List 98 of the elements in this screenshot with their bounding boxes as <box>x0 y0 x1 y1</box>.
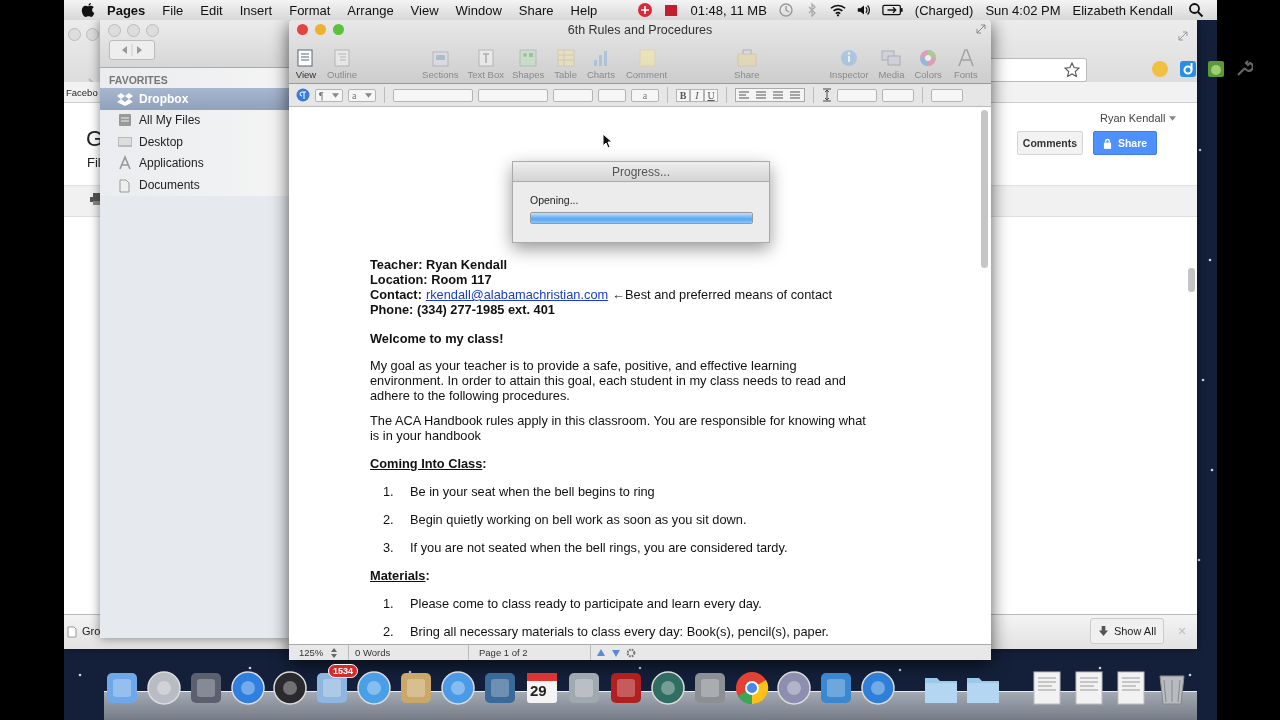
header-line: Phone: (334) 277-1985 ext. 401 <box>370 302 555 317</box>
paragraph: The ACA Handbook rules apply in this classroom. You are responsible for knowing what is in your handbook <box>370 413 867 443</box>
pointer-cursor-icon <box>602 133 612 149</box>
menu-item[interactable]: Window <box>455 2 502 18</box>
file-menu[interactable]: Fil <box>87 155 101 170</box>
caret-icon <box>332 92 339 98</box>
notification-badge: 1534 <box>328 664 359 678</box>
progress-message: Opening... <box>530 194 580 206</box>
calendar-date: 29 <box>530 682 547 699</box>
app-menu[interactable]: Pages <box>107 2 146 18</box>
menu-item[interactable]: Edit <box>200 2 223 18</box>
star-icon[interactable] <box>1064 62 1080 78</box>
bold-button[interactable]: B <box>676 88 690 102</box>
paragraph-style-dropdown[interactable]: ¶ <box>315 88 343 102</box>
drawer-icon <box>117 112 133 129</box>
wrench-icon[interactable] <box>1235 60 1253 78</box>
list-item: Begin quietly working on bell work as soon as you sit down. <box>410 512 747 527</box>
text-color-swatch[interactable] <box>598 88 626 102</box>
list-number: 2. <box>383 624 395 639</box>
account-menu[interactable]: Ryan Kendall <box>1100 112 1177 124</box>
zoom-dropdown[interactable]: 125% <box>289 645 349 660</box>
sidebar-item[interactable]: Applications <box>100 152 290 174</box>
media-icon <box>880 48 903 68</box>
page-up-icon[interactable] <box>596 647 606 658</box>
bookmark-link[interactable]: Facebo <box>66 87 98 98</box>
underline-button[interactable]: U <box>704 88 718 102</box>
shapes-icon <box>517 48 540 68</box>
recording-status[interactable]: 01:48, 11 MB <box>690 2 767 18</box>
list-item: Bring all necessary materials to class every day: Book(s), pencil(s), paper. <box>410 624 829 639</box>
list-number: 1. <box>383 484 395 499</box>
list-number: 3. <box>383 540 395 555</box>
list-item: Be in your seat when the bell begins to ring <box>410 484 655 499</box>
menu-item[interactable]: Format <box>289 2 331 18</box>
dropbox-icon <box>117 90 133 107</box>
menu-item[interactable]: Arrange <box>347 2 394 18</box>
comments-button[interactable]: Comments <box>1017 131 1083 155</box>
menu-item[interactable]: Insert <box>239 2 273 18</box>
contact-note: ←Best and preferred means of contact <box>612 287 832 302</box>
section-heading: Materials: <box>370 568 430 583</box>
header-line: Location: Room 117 <box>370 272 492 287</box>
list-number: 1. <box>383 596 395 611</box>
lock-icon <box>1102 137 1112 149</box>
applications-icon <box>117 155 133 172</box>
menu-item[interactable]: Help <box>570 2 598 18</box>
menu-item[interactable]: View <box>410 2 439 18</box>
email-link[interactable]: rkendall@alabamachristian.com <box>425 287 609 302</box>
italic-button[interactable]: I <box>690 88 704 102</box>
scrollbar-thumb[interactable] <box>1188 268 1195 292</box>
info-icon <box>838 48 860 68</box>
extension-icon[interactable] <box>1179 60 1197 78</box>
font-size-field[interactable] <box>553 88 593 102</box>
share-icon <box>735 48 758 68</box>
caret-icon <box>365 92 372 98</box>
fullscreen-icon[interactable] <box>975 23 987 35</box>
paragraph-marker-icon[interactable] <box>296 88 310 102</box>
paragraph: My goal as your teacher is to provide a safe, positive, and effective learning environment. In order to attain this goal, each student in my class needs to read and adhere to the following procedures. <box>370 358 847 403</box>
show-all-button[interactable]: Show All <box>1090 618 1164 644</box>
contact-label: Contact: <box>370 287 422 302</box>
sidebar-item[interactable]: All My Files <box>100 109 290 131</box>
window-controls-icon[interactable] <box>297 24 344 35</box>
list-item: If you are not seated when the bell rings, you are considered tardy. <box>410 540 788 555</box>
toolbar-button[interactable]: View <box>295 48 317 80</box>
download-item[interactable]: Gro <box>82 625 101 637</box>
user-name[interactable]: Elizabeth Kendall <box>1072 2 1173 18</box>
scrollbar-thumb[interactable] <box>981 110 988 268</box>
calendar-icon[interactable] <box>524 670 560 706</box>
sidebar-heading: FAVORITES <box>108 73 169 88</box>
sidebar-item[interactable]: Documents <box>100 174 290 196</box>
menu-item[interactable]: Share <box>518 2 554 18</box>
search-icon[interactable] <box>1188 2 1204 18</box>
documents-icon <box>117 176 133 193</box>
apple-logo-icon[interactable] <box>81 2 95 18</box>
list-number: 2. <box>383 512 395 527</box>
battery-status[interactable]: (Charged) <box>914 2 974 18</box>
dialog-title: Progress... <box>513 162 769 182</box>
page-down-icon[interactable] <box>611 647 621 658</box>
word-count: 0 Words <box>349 645 469 660</box>
menu-clock[interactable]: Sun 4:02 PM <box>985 2 1061 18</box>
battery-icon[interactable] <box>881 2 904 18</box>
highlight-style-button[interactable]: a <box>631 88 659 102</box>
welcome-heading: Welcome to my class! <box>370 331 505 346</box>
table-icon <box>554 48 577 68</box>
menu-item[interactable]: File <box>162 2 184 18</box>
caret-icon <box>1169 115 1177 121</box>
section-heading: Coming Into Class: <box>370 456 487 471</box>
browser-icon[interactable] <box>734 670 770 706</box>
window-title: 6th Rules and Procedures <box>567 23 713 37</box>
stepper-icon <box>331 647 338 658</box>
character-style-dropdown[interactable]: a <box>348 88 376 102</box>
line-spacing-icon[interactable] <box>822 88 832 102</box>
sidebar-item[interactable]: Desktop <box>100 131 290 153</box>
address-bar[interactable] <box>990 58 1087 82</box>
list-item: Please come to class ready to participate and learn every day. <box>410 596 762 611</box>
header-line: Teacher: Ryan Kendall <box>370 257 508 272</box>
page-indicator: Page 1 of 2 <box>469 645 591 660</box>
wifi-icon[interactable] <box>829 2 846 18</box>
download-arrow-icon <box>1097 625 1109 637</box>
sections-icon <box>429 48 452 68</box>
